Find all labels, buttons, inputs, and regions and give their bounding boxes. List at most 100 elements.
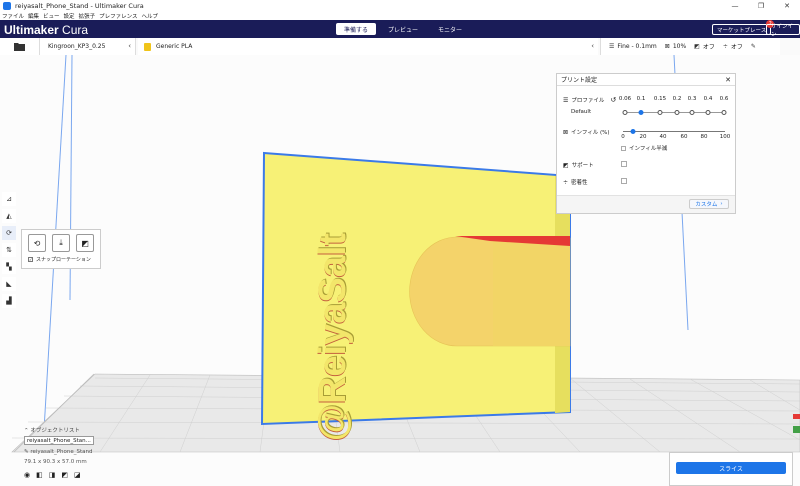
gradual-infill-label: インフィル半減 <box>629 146 668 152</box>
mirror-tool-icon[interactable]: ⇅ <box>2 243 16 257</box>
infill-summary: 10% <box>672 43 687 50</box>
tick-label: 0.3 <box>687 96 697 102</box>
minimize-button[interactable]: — <box>722 0 748 11</box>
z-axis-marker <box>793 426 800 433</box>
lay-flat-button[interactable]: ⤓ <box>52 234 70 252</box>
pencil-icon[interactable]: ✎ <box>24 449 29 455</box>
layer-height-ticks: 0.06 0.1 0.15 0.2 0.3 0.4 0.6 <box>557 96 737 104</box>
window-titlebar: reiyasalt_Phone_Stand - Ultimaker Cura —… <box>0 0 800 11</box>
chevron-right-icon: › <box>720 201 723 207</box>
marketplace-button[interactable]: マーケットプレース 2 <box>712 20 775 35</box>
menu-bar: ファイル 編集 ビュー 設定 拡張子 プレファレンス ヘルプ <box>0 11 800 20</box>
tick-label: 0.2 <box>672 96 682 102</box>
menu-view[interactable]: ビュー <box>43 12 60 20</box>
infill-icon: ⊠ <box>664 43 670 50</box>
menu-file[interactable]: ファイル <box>2 12 24 20</box>
menu-settings[interactable]: 設定 <box>64 12 75 20</box>
support-row: ◩ サポート <box>563 161 594 170</box>
support-icon: ◩ <box>694 43 700 50</box>
3d-view-icon[interactable]: ◉ <box>24 471 30 479</box>
job-toolbar: Kingroon_KP3_0.25 ‹ Generic PLA ‹ ☰ Fine … <box>0 38 780 55</box>
material-name: Generic PLA <box>156 43 193 50</box>
left-view-icon[interactable]: ◩ <box>61 471 68 479</box>
phone-stand-model[interactable] <box>260 151 571 426</box>
tick-label: 0.4 <box>703 96 713 102</box>
object-list-header[interactable]: ⌃ オブジェクトリスト <box>24 426 80 434</box>
chevron-left-icon: ‹ <box>128 42 131 50</box>
machine-name: Kingroon_KP3_0.25 <box>48 43 106 50</box>
tab-monitor[interactable]: モニター <box>430 23 470 35</box>
close-icon[interactable]: ✕ <box>725 76 731 84</box>
tick-label: 0.6 <box>719 96 729 102</box>
profile-summary: Fine - 0.1mm <box>617 43 657 50</box>
tick-label: 100 <box>719 134 731 140</box>
maximize-button[interactable]: ❐ <box>748 0 774 11</box>
per-model-settings-icon[interactable]: ▚ <box>2 260 16 274</box>
app-header: Ultimaker Cura 準備する プレビュー モニター マーケットプレース… <box>0 20 800 38</box>
chevron-up-icon: ⌃ <box>24 428 29 434</box>
support-summary: オフ <box>702 44 715 51</box>
print-settings-panel: プリント設定 ✕ ☰ プロファイル ↺ 0.06 0.1 0.15 0.2 0.… <box>556 73 736 214</box>
scale-tool-icon[interactable]: ◭ <box>2 209 16 223</box>
tick-label: 0.1 <box>636 96 646 102</box>
object-list-label: オブジェクトリスト <box>30 428 80 434</box>
top-view-icon[interactable]: ◨ <box>49 471 56 479</box>
window-title: reiyasalt_Phone_Stand - Ultimaker Cura <box>15 1 144 10</box>
support-checkbox[interactable] <box>621 161 627 167</box>
support-blocker-icon[interactable]: ◣ <box>2 277 16 291</box>
move-tool-icon[interactable]: ⊿ <box>2 192 16 206</box>
gradual-infill-checkbox[interactable]: インフィル半減 <box>621 144 667 152</box>
custom-button-label: カスタム <box>695 202 718 208</box>
infill-slider[interactable] <box>623 129 725 134</box>
support-label: サポート <box>571 163 594 169</box>
tool-icon[interactable]: ▟ <box>2 294 16 308</box>
profile-icon: ☰ <box>609 43 615 50</box>
custom-button[interactable]: カスタム › <box>689 199 729 209</box>
signin-button[interactable]: サインイン <box>766 24 800 38</box>
checkbox <box>621 145 626 151</box>
slider-step <box>689 110 695 115</box>
tab-preview[interactable]: プレビュー <box>380 23 426 35</box>
adhesion-icon: ÷ <box>563 178 569 186</box>
edit-icon: ✎ <box>750 43 756 50</box>
logo-sub: Cura <box>58 23 89 37</box>
slider-handle[interactable] <box>638 110 644 115</box>
checkbox-checked-icon: ✓ <box>28 257 33 262</box>
snap-rotation-checkbox[interactable]: ✓ スナップローテーション <box>22 252 100 263</box>
menu-help[interactable]: ヘルプ <box>141 12 158 20</box>
adhesion-checkbox[interactable] <box>621 178 627 184</box>
tick-label: 40 <box>659 134 667 140</box>
reset-rotation-button[interactable]: ⟲ <box>28 234 46 252</box>
embossed-text: @ReiyaSalt <box>312 232 354 442</box>
adhesion-icon: ÷ <box>722 43 728 50</box>
menu-preferences[interactable]: プレファレンス <box>99 12 137 20</box>
front-view-icon[interactable]: ◧ <box>36 471 43 479</box>
right-view-icon[interactable]: ◪ <box>74 471 81 479</box>
tick-label: 60 <box>680 134 688 140</box>
select-face-button[interactable]: ◩ <box>76 234 94 252</box>
slice-button[interactable]: スライス <box>676 462 786 474</box>
object-dimensions: 79.1 x 90.3 x 57.0 mm <box>24 459 87 465</box>
object-list-item[interactable]: reiyasalt_Phone_Stan... <box>24 436 94 445</box>
layer-height-slider[interactable] <box>622 110 727 115</box>
close-button[interactable]: ✕ <box>774 0 800 11</box>
support-icon: ◩ <box>563 161 569 169</box>
material-selector[interactable]: Generic PLA ‹ <box>138 38 598 55</box>
rotate-tool-icon[interactable]: ⟳ <box>2 226 16 240</box>
view-controls: ◉ ◧ ◨ ◩ ◪ <box>24 471 87 479</box>
print-settings-toggle[interactable]: ☰ Fine - 0.1mm ⊠ 10% ◩ オフ ÷ オフ ✎ <box>600 38 780 55</box>
infill-ticks: 0 20 40 60 80 100 <box>557 134 737 142</box>
tick-label: 0 <box>621 134 625 140</box>
open-file-button[interactable] <box>0 38 40 55</box>
menu-edit[interactable]: 編集 <box>28 12 39 20</box>
chevron-left-icon: ‹ <box>591 42 594 50</box>
print-settings-header: プリント設定 ✕ <box>557 74 735 86</box>
rotate-panel: ⟲ ⤓ ◩ ✓ スナップローテーション <box>21 229 101 269</box>
menu-extensions[interactable]: 拡張子 <box>79 12 96 20</box>
profile-value: Default <box>571 109 592 115</box>
tab-prepare[interactable]: 準備する <box>336 23 377 35</box>
tool-column: ⊿ ◭ ⟳ ⇅ ▚ ◣ ▟ <box>2 192 16 311</box>
machine-selector[interactable]: Kingroon_KP3_0.25 ‹ <box>40 38 136 55</box>
object-name: reiyasalt_Phone_Stand <box>30 449 93 455</box>
slider-step <box>657 110 663 115</box>
